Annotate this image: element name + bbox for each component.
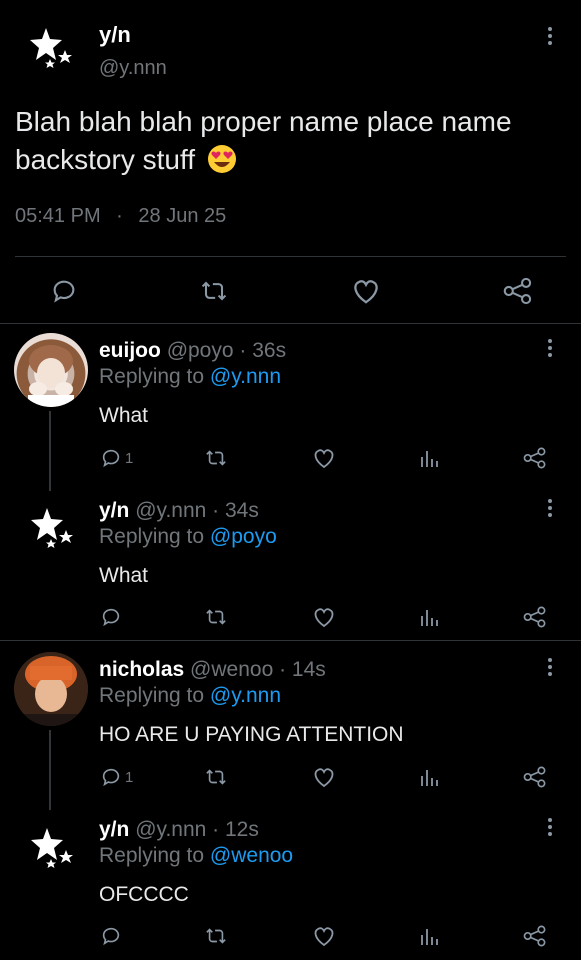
author-name[interactable]: y/n [99, 818, 129, 841]
author-handle[interactable]: @y.nnn [99, 57, 167, 80]
tweet-text: Blah blah blah proper name place name ba… [15, 103, 560, 179]
reply-count: 1 [125, 450, 134, 467]
replying-to-link[interactable]: @y.nnn [210, 365, 281, 388]
like-icon[interactable] [312, 606, 336, 628]
replying-to-link[interactable]: @poyo [210, 525, 277, 548]
more-icon[interactable] [547, 499, 553, 520]
author-name[interactable]: euijoo [99, 339, 161, 362]
author-name[interactable]: y/n [99, 499, 129, 522]
reply-time: · 14s [279, 658, 326, 681]
more-icon[interactable] [547, 339, 553, 360]
replying-label: Replying to [99, 844, 210, 867]
reply-icon[interactable] [100, 447, 122, 469]
views-icon[interactable] [418, 925, 440, 947]
author-name[interactable]: y/n [99, 22, 131, 48]
author-handle[interactable]: @poyo [167, 339, 234, 362]
replying-to: Replying to @wenoo [99, 844, 293, 868]
meta-separator: · [116, 205, 123, 227]
share-icon[interactable] [523, 447, 547, 469]
divider [0, 640, 581, 641]
star-avatar-icon[interactable] [29, 826, 77, 870]
replying-label: Replying to [99, 525, 210, 548]
replying-to: Replying to @poyo [99, 525, 277, 549]
more-icon[interactable] [547, 27, 553, 48]
divider [15, 256, 566, 257]
author-handle[interactable]: @wenoo [190, 658, 273, 681]
avatar[interactable] [14, 652, 88, 726]
reply-time: · 34s [212, 499, 259, 522]
author-name[interactable]: nicholas [99, 658, 184, 681]
retweet-icon[interactable] [203, 447, 229, 469]
divider [0, 323, 581, 324]
share-icon[interactable] [523, 766, 547, 788]
views-icon[interactable] [418, 766, 440, 788]
views-icon[interactable] [418, 606, 440, 628]
like-icon[interactable] [351, 277, 381, 305]
reply-time: · 12s [212, 818, 259, 841]
reply-text: What [99, 404, 149, 427]
thread-line [49, 411, 51, 491]
more-icon[interactable] [547, 658, 553, 679]
like-icon[interactable] [312, 447, 336, 469]
like-icon[interactable] [312, 766, 336, 788]
reply-text: OFCCCC [99, 883, 189, 906]
replying-to-link[interactable]: @wenoo [210, 844, 293, 867]
avatar[interactable] [14, 333, 88, 407]
author-handle[interactable]: @y.nnn [135, 499, 206, 522]
star-avatar-icon[interactable] [29, 506, 77, 550]
share-icon[interactable] [503, 277, 533, 305]
star-avatar-icon[interactable] [28, 26, 76, 70]
reply-time: · 36s [239, 339, 287, 362]
tweet-text-body: Blah blah blah proper name place name ba… [15, 106, 512, 175]
reply-header: nicholas @wenoo · 14s [99, 658, 326, 682]
tweet-time: 05:41 PM [15, 205, 101, 227]
retweet-icon[interactable] [203, 766, 229, 788]
views-icon[interactable] [418, 447, 440, 469]
share-icon[interactable] [523, 925, 547, 947]
reply-icon[interactable] [100, 766, 122, 788]
replying-to-link[interactable]: @y.nnn [210, 684, 281, 707]
reply-count: 1 [125, 769, 134, 786]
reply-header: euijoo @poyo · 36s [99, 339, 286, 363]
reply-icon[interactable] [50, 277, 78, 305]
like-icon[interactable] [312, 925, 336, 947]
replying-label: Replying to [99, 684, 210, 707]
replying-to: Replying to @y.nnn [99, 365, 281, 389]
heart-eyes-emoji-icon [207, 145, 236, 173]
thread-line [49, 730, 51, 810]
tweet-meta: 05:41 PM · 28 Jun 25 [15, 205, 226, 228]
avatar-photo-icon [28, 345, 74, 407]
tweet-date: 28 Jun 25 [138, 205, 227, 227]
reply-text: What [99, 564, 149, 587]
replying-to: Replying to @y.nnn [99, 684, 281, 708]
more-icon[interactable] [547, 818, 553, 839]
reply-icon[interactable] [100, 606, 122, 628]
reply-header: y/n @y.nnn · 12s [99, 818, 259, 842]
replying-label: Replying to [99, 365, 210, 388]
reply-text: HO ARE U PAYING ATTENTION [99, 723, 404, 746]
retweet-icon[interactable] [203, 925, 229, 947]
reply-header: y/n @y.nnn · 34s [99, 499, 259, 523]
reply-icon[interactable] [100, 925, 122, 947]
retweet-icon[interactable] [203, 606, 229, 628]
author-handle[interactable]: @y.nnn [135, 818, 206, 841]
retweet-icon[interactable] [198, 277, 230, 305]
avatar-photo-icon [14, 652, 88, 726]
share-icon[interactable] [523, 606, 547, 628]
